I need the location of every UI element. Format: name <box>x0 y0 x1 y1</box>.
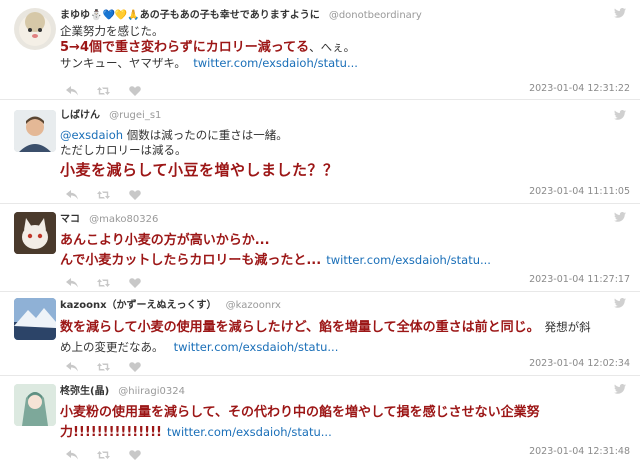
reply-icon[interactable] <box>66 277 78 288</box>
tweet-timestamp[interactable]: 2023-01-04 12:02:34 <box>529 358 630 369</box>
tweet-emphasis: んで小麦カットしたらカロリーも減ったと... <box>60 253 322 268</box>
user-name-emoji: ⛄💙💛🙏あの子もあの子も幸せでありますように <box>90 10 320 21</box>
heart-icon[interactable] <box>129 277 141 288</box>
avatar[interactable] <box>14 8 56 50</box>
tweet-actions <box>66 272 155 288</box>
user-name[interactable]: しばけん <box>60 110 100 121</box>
heart-icon[interactable] <box>129 189 141 200</box>
reply-icon[interactable] <box>66 85 78 96</box>
tweet-1: まゆゆ⛄💙💛🙏あの子もあの子も幸せでありますように @donotbeordina… <box>0 0 640 100</box>
user-handle[interactable]: @hiiragi0324 <box>118 386 185 397</box>
reply-icon[interactable] <box>66 361 78 372</box>
avatar[interactable] <box>14 298 56 340</box>
tweet-line: 発想が斜 <box>544 320 591 334</box>
retweet-icon[interactable] <box>97 278 111 288</box>
tweet-line: 、へぇ。 <box>309 40 356 54</box>
user-handle[interactable]: @rugei_s1 <box>109 110 161 121</box>
tweet-text: 数を減らして小麦の使用量を減らしたけど、餡を増量して全体の重さは前と同じ。 発想… <box>60 316 618 355</box>
user-name[interactable]: 柊弥生(晶) <box>60 386 109 397</box>
tweet-line: 企業努力を感じた。 <box>60 24 164 38</box>
tweet-actions <box>66 356 155 372</box>
tweet-line: め上の変更だなあ。 <box>60 340 164 354</box>
user-handle[interactable]: @donotbeordinary <box>329 10 422 21</box>
tweet-actions <box>66 80 155 96</box>
tweet-emphasis: 小麦粉の使用量を減らして、その代わり中の餡を増やして損を感じさせない企業努 <box>60 405 540 420</box>
tweet-actions <box>66 444 155 460</box>
reply-icon[interactable] <box>66 449 78 460</box>
avatar[interactable] <box>14 212 56 254</box>
user-name[interactable]: kazoonx（かずーえぬえっくす） <box>60 300 217 311</box>
reply-icon[interactable] <box>66 189 78 200</box>
tweet-5: 柊弥生(晶) @hiiragi0324 小麦粉の使用量を減らして、その代わり中の… <box>0 376 640 468</box>
tweet-text: @exsdaioh 個数は減ったのに重さは一緒。 ただしカロリーは減る。 小麦を… <box>60 128 618 181</box>
tweet-emphasis: あんこより小麦の方が高いからか... <box>60 233 270 248</box>
tweet-link[interactable]: twitter.com/exsdaioh/statu... <box>326 253 491 267</box>
tweet-4: kazoonx（かずーえぬえっくす） @kazoonrx 数を減らして小麦の使用… <box>0 292 640 376</box>
tweet-link[interactable]: twitter.com/exsdaioh/statu... <box>193 56 358 70</box>
twitter-bird-icon <box>614 110 626 120</box>
tweet-emphasis: 5→4個で重さ変わらずにカロリー減ってる <box>60 40 310 55</box>
tweet-timestamp[interactable]: 2023-01-04 11:11:05 <box>529 186 630 197</box>
retweet-icon[interactable] <box>97 86 111 96</box>
tweet-2: しばけん @rugei_s1 @exsdaioh 個数は減ったのに重さは一緒。 … <box>0 100 640 204</box>
tweet-actions <box>66 184 155 200</box>
retweet-icon[interactable] <box>97 450 111 460</box>
tweet-line: サンキュー、ヤマザキ。 <box>60 56 186 70</box>
tweet-text: 小麦粉の使用量を減らして、その代わり中の餡を増やして損を感じさせない企業努 力!… <box>60 404 618 441</box>
tweet-link[interactable]: twitter.com/exsdaioh/statu... <box>174 340 339 354</box>
twitter-bird-icon <box>614 8 626 18</box>
user-handle[interactable]: @mako80326 <box>89 214 158 225</box>
tweet-link[interactable]: twitter.com/exsdaioh/statu... <box>167 425 332 439</box>
tweet-timestamp[interactable]: 2023-01-04 11:27:17 <box>529 274 630 285</box>
heart-icon[interactable] <box>129 361 141 372</box>
avatar[interactable] <box>14 384 56 426</box>
tweet-3: マコ @mako80326 あんこより小麦の方が高いからか... んで小麦カット… <box>0 204 640 292</box>
tweet-timestamp[interactable]: 2023-01-04 12:31:48 <box>529 446 630 457</box>
mention-link[interactable]: @exsdaioh <box>60 128 123 142</box>
twitter-bird-icon <box>614 384 626 394</box>
tweet-emphasis: 力!!!!!!!!!!!!!!! <box>60 425 162 440</box>
heart-icon[interactable] <box>129 85 141 96</box>
tweet-emphasis: 数を減らして小麦の使用量を減らしたけど、餡を増量して全体の重さは前と同じ。 <box>60 320 540 335</box>
tweet-line: ただしカロリーは減る。 <box>60 143 187 157</box>
user-name[interactable]: マコ <box>60 214 80 225</box>
tweet-timestamp[interactable]: 2023-01-04 12:31:22 <box>529 83 630 94</box>
tweet-text: 企業努力を感じた。 5→4個で重さ変わらずにカロリー減ってる、へぇ。 サンキュー… <box>60 24 618 71</box>
retweet-icon[interactable] <box>97 362 111 372</box>
retweet-icon[interactable] <box>97 190 111 200</box>
tweet-line: 個数は減ったのに重さは一緒。 <box>123 128 288 142</box>
heart-icon[interactable] <box>129 449 141 460</box>
avatar[interactable] <box>14 110 56 152</box>
user-name[interactable]: まゆゆ <box>60 10 90 21</box>
twitter-bird-icon <box>614 298 626 308</box>
twitter-bird-icon <box>614 212 626 222</box>
tweet-text: あんこより小麦の方が高いからか... んで小麦カットしたらカロリーも減ったと..… <box>60 232 618 269</box>
tweet-emphasis: 小麦を減らして小豆を増やしました？？ <box>60 161 339 179</box>
user-handle[interactable]: @kazoonrx <box>226 300 281 311</box>
